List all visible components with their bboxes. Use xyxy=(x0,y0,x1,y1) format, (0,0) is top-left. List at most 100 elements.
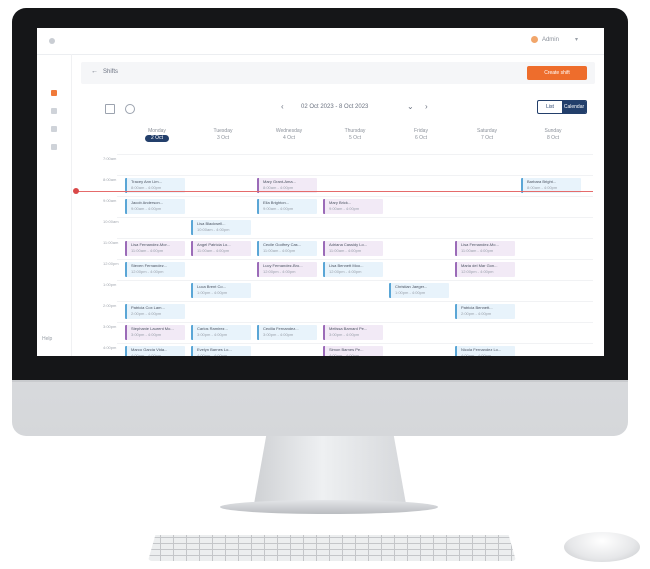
shift-time: 4:00pm - 4:00pm xyxy=(131,353,162,356)
page-title: Shifts xyxy=(103,69,119,75)
calendar-view-button[interactable]: Calendar xyxy=(562,101,586,113)
day-header[interactable]: Saturday 7 Oct xyxy=(455,128,519,142)
top-bar: Admin ▾ xyxy=(37,28,604,55)
shift-event[interactable]: Lisa Fernandez-Mor... 11:00am - 4:00pm xyxy=(125,241,185,256)
time-label: 10:00am xyxy=(103,219,119,224)
shift-time: 4:00pm - 4:00pm xyxy=(461,353,492,356)
view-toggle: List Calendar xyxy=(537,100,587,114)
keyboard xyxy=(148,535,516,561)
shift-event[interactable]: Angel Patricia Lo... 11:00am - 4:00pm xyxy=(191,241,251,256)
shift-event[interactable]: Lisa Bennett Moo... 12:00pm - 4:00pm xyxy=(323,262,383,277)
user-menu[interactable]: Admin ▾ xyxy=(530,36,578,43)
shift-event[interactable]: Lisa Blackwell... 10:00am - 4:00pm xyxy=(191,220,251,235)
day-date: 3 Oct xyxy=(217,135,229,141)
shift-time: 11:00am - 4:00pm xyxy=(329,248,362,253)
shift-event[interactable]: Marco Garcia Vida... 4:00pm - 4:00pm xyxy=(125,346,185,356)
time-label: 7:00am xyxy=(103,156,117,161)
shift-event[interactable]: Evelyn Barnes Lo... 4:00pm - 4:00pm xyxy=(191,346,251,356)
time-label: 11:00am xyxy=(103,240,119,245)
shift-time: 2:00pm - 4:00pm xyxy=(131,311,162,316)
shift-time: 4:00pm - 4:00pm xyxy=(329,353,360,356)
shift-event[interactable]: Mary Brick... 9:00am - 4:00pm xyxy=(323,199,383,214)
shift-time: 9:00am - 4:00pm xyxy=(263,206,294,211)
shift-event[interactable]: Lisa Fernandez-Mo... 11:00am - 4:00pm xyxy=(455,241,515,256)
hour-gridline xyxy=(117,217,593,218)
day-header[interactable]: Thursday 5 Oct xyxy=(323,128,387,142)
shift-time: 3:00pm - 4:00pm xyxy=(263,332,294,337)
chart-icon[interactable] xyxy=(51,126,57,132)
filter-icon[interactable] xyxy=(125,104,135,114)
current-time-line xyxy=(77,191,593,192)
monitor-stand xyxy=(254,436,406,504)
shift-event[interactable]: Cecile Godfrey Cas... 11:00am - 4:00pm xyxy=(257,241,317,256)
calendar-grid-icon[interactable] xyxy=(105,104,115,114)
day-header[interactable]: Sunday 8 Oct xyxy=(521,128,585,142)
shift-time: 3:00pm - 4:00pm xyxy=(131,332,162,337)
shift-time: 1:00pm - 4:00pm xyxy=(395,290,426,295)
time-label: 2:00pm xyxy=(103,303,117,308)
next-week-icon[interactable]: › xyxy=(425,102,428,111)
shift-time: 1:00pm - 4:00pm xyxy=(197,290,228,295)
day-name: Tuesday xyxy=(213,128,233,134)
day-date: 8 Oct xyxy=(547,135,559,141)
date-dropdown-icon[interactable]: ⌄ xyxy=(407,102,414,111)
shift-event[interactable]: Patricia Bennett... 2:00pm - 4:00pm xyxy=(455,304,515,319)
shift-event[interactable]: Simon Barnes Pe... 4:00pm - 4:00pm xyxy=(323,346,383,356)
shift-event[interactable]: Patricia Cox Lam... 2:00pm - 4:00pm xyxy=(125,304,185,319)
time-label: 1:00pm xyxy=(103,282,117,287)
day-date: 2 Oct xyxy=(125,135,189,142)
shift-event[interactable]: Adriana Cassidy Lo... 11:00am - 4:00pm xyxy=(323,241,383,256)
settings-icon[interactable] xyxy=(51,144,57,150)
chevron-down-icon: ▾ xyxy=(574,37,578,43)
shift-time: 9:00am - 4:00pm xyxy=(329,206,360,211)
day-date: 6 Oct xyxy=(415,135,427,141)
monitor-base xyxy=(220,500,438,514)
time-label: 8:00am xyxy=(103,177,117,182)
day-name: Sunday xyxy=(544,128,562,134)
shift-time: 11:00am - 4:00pm xyxy=(197,248,230,253)
shift-event[interactable]: Stephanie Laurent Mo... 3:00pm - 4:00pm xyxy=(125,325,185,340)
calendar-icon[interactable] xyxy=(51,90,57,96)
shift-time: 3:00pm - 4:00pm xyxy=(197,332,228,337)
user-name: Admin xyxy=(541,36,559,43)
day-header[interactable]: Tuesday 3 Oct xyxy=(191,128,255,142)
shift-time: 12:00pm - 4:00pm xyxy=(461,269,494,274)
shift-event[interactable]: Ella Brighton... 9:00am - 4:00pm xyxy=(257,199,317,214)
shift-time: 2:00pm - 4:00pm xyxy=(461,311,492,316)
mouse xyxy=(564,532,640,562)
day-header[interactable]: Friday 6 Oct xyxy=(389,128,453,142)
shift-event[interactable]: Steven Fernandez... 12:00pm - 4:00pm xyxy=(125,262,185,277)
hour-gridline xyxy=(117,238,593,239)
hour-gridline xyxy=(117,343,593,344)
shift-event[interactable]: Melissa Barnard Pe... 3:00pm - 4:00pm xyxy=(323,325,383,340)
day-name: Thursday xyxy=(344,128,366,134)
help-link[interactable]: Help xyxy=(42,336,52,342)
prev-week-icon[interactable]: ‹ xyxy=(281,102,284,111)
shift-event[interactable]: Maria del Mar Gon... 12:00pm - 4:00pm xyxy=(455,262,515,277)
shift-event[interactable]: Luca Brent Co... 1:00pm - 4:00pm xyxy=(191,283,251,298)
shift-time: 10:00am - 4:00pm xyxy=(197,227,230,232)
screen: Admin ▾ Help ← Shifts Create shift ‹ 02 … xyxy=(37,28,604,356)
shift-event[interactable]: Carlos Ramirez... 3:00pm - 4:00pm xyxy=(191,325,251,340)
day-header[interactable]: Monday 2 Oct xyxy=(125,128,189,142)
shift-event[interactable]: Lucy Fernandez-Bro... 12:00pm - 4:00pm xyxy=(257,262,317,277)
shift-time: 4:00pm - 4:00pm xyxy=(197,353,228,356)
shift-event[interactable]: Jacob Anderson... 9:00am - 4:00pm xyxy=(125,199,185,214)
day-name: Monday xyxy=(148,128,166,134)
users-icon[interactable] xyxy=(51,108,57,114)
create-shift-button[interactable]: Create shift xyxy=(527,66,587,80)
day-name: Wednesday xyxy=(275,128,303,134)
shift-event[interactable]: Nicola Fernandez Lo... 4:00pm - 4:00pm xyxy=(455,346,515,356)
time-label: 4:00pm xyxy=(103,345,117,350)
back-arrow-icon[interactable]: ← xyxy=(91,68,98,75)
hour-gridline xyxy=(117,301,593,302)
menu-icon[interactable] xyxy=(49,38,55,44)
date-range[interactable]: 02 Oct 2023 - 8 Oct 2023 xyxy=(301,104,368,110)
time-label: 3:00pm xyxy=(103,324,117,329)
shift-event[interactable]: Cecilia Fernandez... 3:00pm - 4:00pm xyxy=(257,325,317,340)
list-view-button[interactable]: List xyxy=(538,101,562,113)
shift-time: 11:00am - 4:00pm xyxy=(263,248,296,253)
shift-time: 9:00am - 4:00pm xyxy=(131,206,162,211)
shift-event[interactable]: Christian Jaeger... 1:00pm - 4:00pm xyxy=(389,283,449,298)
day-header[interactable]: Wednesday 4 Oct xyxy=(257,128,321,142)
